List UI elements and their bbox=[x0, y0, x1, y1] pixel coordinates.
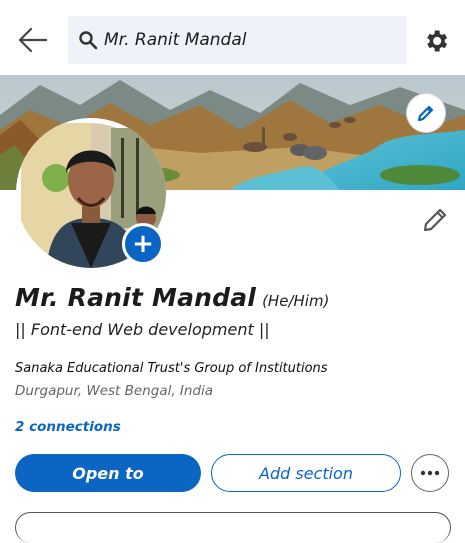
search-icon bbox=[79, 31, 98, 50]
connections-link[interactable]: 2 connections bbox=[15, 419, 121, 435]
profile-name-row: Mr. Ranit Mandal (He/Him) bbox=[15, 283, 329, 312]
more-options-button[interactable] bbox=[411, 454, 449, 492]
open-to-button[interactable]: Open to bbox=[15, 454, 201, 492]
pencil-icon bbox=[417, 105, 434, 122]
edit-banner-button[interactable] bbox=[407, 94, 445, 132]
plus-icon: + bbox=[132, 229, 154, 259]
more-horizontal-icon bbox=[420, 470, 440, 476]
add-section-button[interactable]: Add section bbox=[211, 454, 401, 492]
add-photo-button[interactable]: + bbox=[122, 223, 164, 265]
top-bar bbox=[0, 0, 465, 75]
back-arrow-icon[interactable] bbox=[16, 26, 50, 54]
profile-education[interactable]: Sanaka Educational Trust's Group of Inst… bbox=[15, 361, 328, 376]
edit-profile-pencil-icon[interactable] bbox=[421, 206, 449, 234]
profile-pronouns: (He/Him) bbox=[262, 292, 330, 310]
profile-headline: || Font-end Web development || bbox=[15, 320, 270, 339]
next-button-partial[interactable] bbox=[15, 512, 451, 543]
profile-location: Durgapur, West Bengal, India bbox=[15, 383, 214, 399]
search-bar[interactable] bbox=[68, 16, 407, 64]
search-input[interactable] bbox=[104, 30, 384, 50]
profile-name: Mr. Ranit Mandal bbox=[15, 283, 257, 312]
gear-icon[interactable] bbox=[422, 27, 450, 55]
